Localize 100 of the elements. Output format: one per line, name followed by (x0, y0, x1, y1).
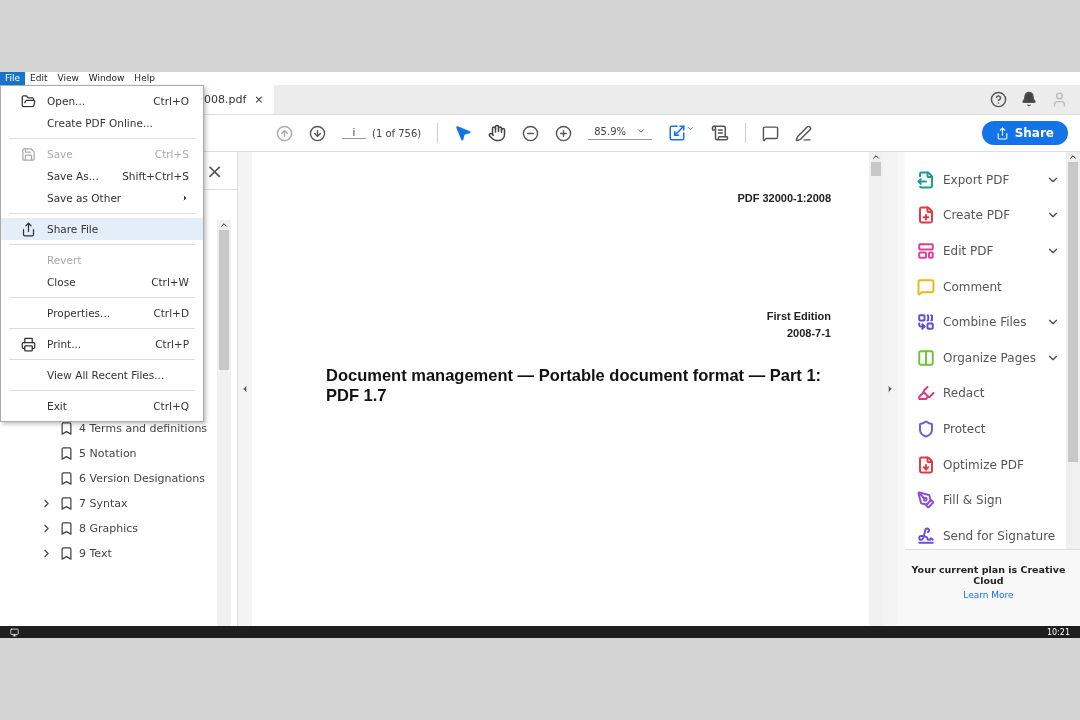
zoom-out-icon[interactable] (522, 124, 540, 142)
menu-title[interactable]: Edit (25, 72, 53, 85)
standard-number: PDF 32000-1:2008 (737, 192, 831, 204)
menu-title[interactable]: View (52, 72, 84, 85)
bookmark-label: 6 Version Designations (79, 472, 205, 485)
hand-icon[interactable] (488, 124, 507, 142)
page-down-icon[interactable] (309, 124, 326, 142)
bookmark-item[interactable]: 8 Graphics (40, 516, 217, 541)
scroll-thumb[interactable] (219, 230, 229, 370)
bookmark-icon (59, 546, 74, 561)
tool-item[interactable]: Redact (917, 375, 1066, 412)
share-icon (995, 126, 1009, 140)
scrollbar[interactable] (1066, 152, 1080, 549)
pointer-icon[interactable] (454, 124, 473, 142)
tool-label: Redact (943, 386, 985, 401)
fit-page-icon[interactable] (668, 124, 696, 142)
collapse-arrow-icon[interactable] (240, 384, 250, 394)
menu-item[interactable]: Close Ctrl+W (1, 271, 203, 293)
bookmark-label: 8 Graphics (79, 522, 139, 535)
bookmark-item[interactable]: 4 Terms and definitions (40, 416, 217, 441)
tab-title: 008.pdf (204, 93, 247, 106)
bookmark-item[interactable]: 9 Text (40, 541, 217, 566)
plan-text: Your current plan is Creative Cloud (910, 563, 1067, 588)
tool-item[interactable]: Protect (917, 411, 1066, 447)
submenu-arrow-icon (181, 194, 189, 202)
printer-icon (21, 336, 36, 352)
menu-item[interactable]: Properties... Ctrl+D (1, 302, 203, 324)
close-icon[interactable]: × (206, 158, 223, 183)
caret-icon (636, 126, 647, 136)
tool-label: Organize Pages (943, 350, 1036, 365)
bookmark-label: 7 Syntax (79, 497, 128, 510)
tool-item[interactable]: Export PDF (917, 162, 1066, 198)
close-icon[interactable]: × (254, 93, 264, 106)
scroll-thumb[interactable] (1068, 162, 1078, 462)
bookmark-icon (59, 521, 74, 536)
document-tab[interactable]: 008.pdf × (204, 85, 274, 114)
expand-arrow-icon[interactable] (885, 384, 895, 394)
tool-item[interactable]: Combine Files (917, 304, 1066, 340)
tool-item[interactable]: Optimize PDF (917, 446, 1066, 483)
bookmark-item[interactable]: 5 Notation (40, 441, 217, 466)
menu-item[interactable]: Exit Ctrl+Q (1, 395, 203, 417)
bookmark-label: 9 Text (79, 547, 112, 560)
scroll-up-icon[interactable] (1068, 152, 1078, 162)
tool-item[interactable]: Send for Signature (917, 517, 1066, 554)
bookmark-icon (59, 496, 74, 511)
clock-time: 10:21 (1046, 627, 1070, 637)
tool-label: Combine Files (943, 315, 1027, 330)
help-icon[interactable] (990, 91, 1007, 108)
tool-label: Edit PDF (943, 244, 994, 258)
share-button[interactable]: Share (981, 121, 1068, 145)
bookmark-label: 4 Terms and definitions (79, 422, 208, 435)
scroll-mode-icon[interactable] (711, 124, 730, 142)
page-number-field[interactable]: i (342, 127, 366, 139)
bookmark-item[interactable]: 6 Version Designations (40, 466, 217, 491)
tool-label: Fill & Sign (943, 493, 1003, 508)
comment-icon[interactable] (762, 124, 780, 142)
tool-label: Create PDF (943, 208, 1011, 223)
menu-title[interactable]: Help (129, 72, 160, 85)
tool-item[interactable]: Organize Pages (917, 339, 1066, 376)
scrollbar[interactable] (217, 220, 231, 626)
bookmark-label: 5 Notation (79, 447, 137, 460)
date-text: 2008-7-1 (786, 327, 831, 339)
folder-icon (21, 93, 36, 109)
menu-item[interactable]: Open... Ctrl+O (1, 90, 203, 112)
tool-label: Export PDF (943, 172, 1010, 187)
menu-item[interactable]: Save As... Shift+Ctrl+S (1, 165, 203, 187)
document-title: Document management — Portable document format — Part 1: PDF 1.7 (326, 365, 823, 405)
tool-label: Optimize PDF (943, 457, 1024, 472)
tool-item[interactable]: Create PDF (917, 197, 1066, 234)
start-icon[interactable] (10, 627, 19, 637)
menu-title[interactable]: Window (83, 72, 130, 85)
scroll-thumb[interactable] (871, 162, 881, 176)
tool-item[interactable]: Comment (917, 268, 1066, 305)
tool-label: Protect (943, 421, 986, 436)
tool-label: Send for Signature (943, 528, 1056, 543)
edition-text: First Edition (766, 310, 831, 322)
scroll-up-icon[interactable] (219, 220, 229, 230)
tool-item[interactable]: Fill & Sign (917, 482, 1066, 518)
bookmark-icon (59, 446, 74, 461)
learn-more-link[interactable]: Learn More (897, 590, 1080, 600)
menu-item[interactable]: Share File (1, 218, 203, 240)
page-count: (1 of 756) (372, 127, 422, 139)
bookmark-item[interactable]: 7 Syntax (40, 491, 217, 516)
share-icon (21, 221, 36, 237)
bookmark-icon (59, 421, 74, 436)
menu-item[interactable]: Create PDF Online... (1, 112, 203, 134)
tool-label: Comment (943, 279, 1002, 294)
pen-icon[interactable] (795, 124, 813, 142)
bell-icon[interactable] (1021, 91, 1037, 108)
menu-item[interactable]: Print... Ctrl+P (1, 333, 203, 355)
menu-item[interactable]: View All Recent Files... (1, 364, 203, 386)
scrollbar[interactable] (869, 152, 883, 626)
scroll-up-icon[interactable] (871, 152, 881, 162)
zoom-in-icon[interactable] (555, 124, 573, 142)
zoom-field[interactable]: 85.9% (588, 126, 653, 140)
menu-title[interactable]: File (0, 72, 26, 85)
tool-item[interactable]: Edit PDF (917, 233, 1066, 269)
save-icon (21, 146, 36, 162)
bookmark-icon (59, 471, 74, 486)
menu-item[interactable]: Save as Other (1, 187, 203, 209)
